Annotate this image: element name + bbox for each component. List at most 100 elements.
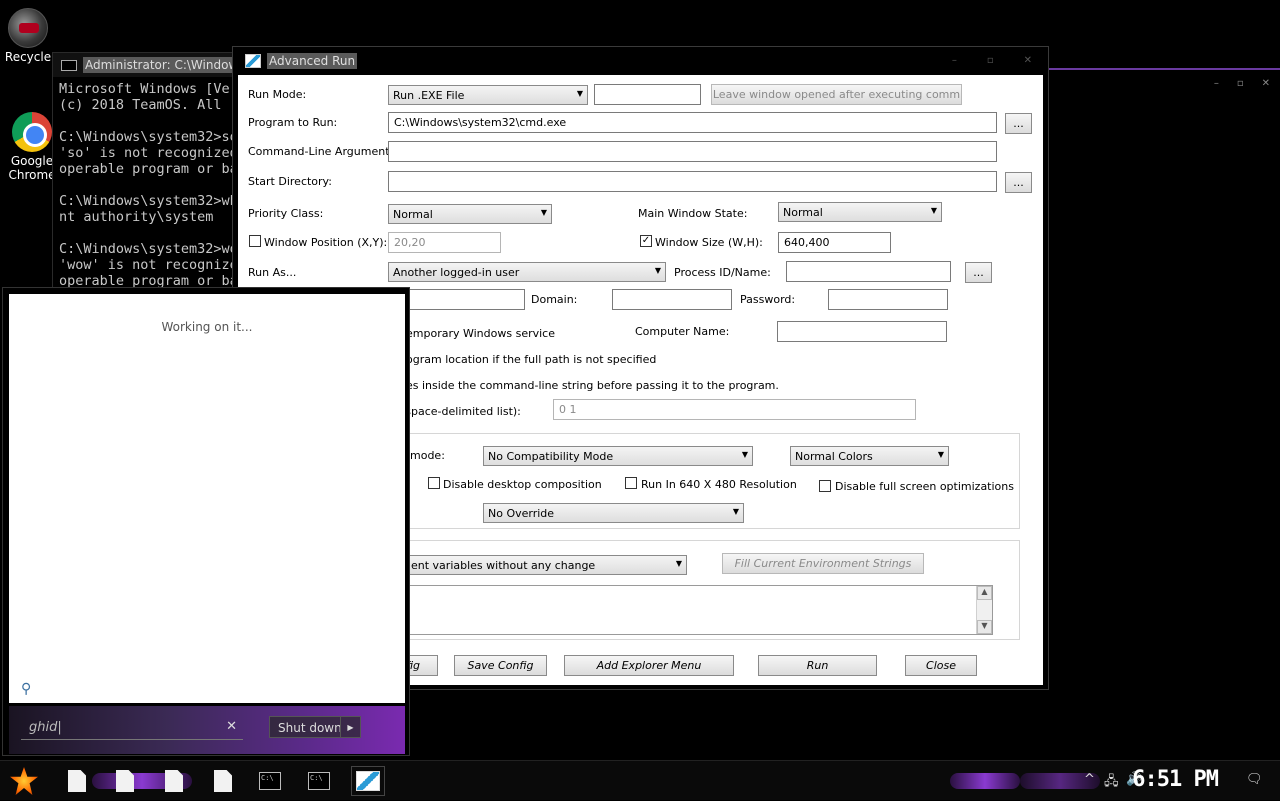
advanced-run-titlebar[interactable]: Advanced Run xyxy=(233,47,1048,75)
start-menu-bottom: ghid| ✕ Shut down ▶ xyxy=(9,706,405,754)
shutdown-button[interactable]: Shut down ▶ xyxy=(269,716,361,738)
cpu-list-input[interactable]: 0 1 xyxy=(553,399,916,420)
notification-icon[interactable]: 🗨 xyxy=(1246,772,1263,787)
browse-process-button[interactable]: ... xyxy=(965,262,992,283)
scroll-down-icon[interactable]: ▼ xyxy=(977,620,992,634)
chevron-down-icon: ▼ xyxy=(732,507,739,516)
chevron-down-icon: ▼ xyxy=(654,266,661,275)
advanced-run-taskbar-icon[interactable] xyxy=(351,766,385,796)
window-size-checkbox[interactable]: ✓ xyxy=(640,235,652,247)
disable-fullscreen-opt-label: Disable full screen optimizations xyxy=(835,480,1014,493)
scroll-up-icon[interactable]: ▲ xyxy=(977,586,992,600)
clock[interactable]: 6:51 PM xyxy=(1132,767,1219,792)
dpi-override-select[interactable]: No Override ▼ xyxy=(483,503,744,523)
recycle-bin-icon[interactable]: Recycle xyxy=(4,8,52,64)
compat-mode-select[interactable]: No Compatibility Mode ▼ xyxy=(483,446,753,466)
user-name-input[interactable] xyxy=(403,289,525,310)
domain-label: Domain: xyxy=(531,293,578,306)
file-icon[interactable] xyxy=(68,770,86,792)
cmd-taskbar-icon[interactable]: C:\ xyxy=(308,772,330,790)
command-line-args-input[interactable] xyxy=(388,141,997,162)
close-button[interactable]: Close xyxy=(905,655,977,676)
chrome-icon xyxy=(12,112,52,152)
advanced-run-app-icon xyxy=(245,54,261,68)
cmd-icon xyxy=(61,59,77,71)
minimize-icon[interactable]: – xyxy=(1214,78,1219,89)
password-input[interactable] xyxy=(828,289,948,310)
environment-mode-select[interactable]: ent variables without any change ▼ xyxy=(406,555,687,575)
save-config-button[interactable]: Save Config xyxy=(454,655,547,676)
minimize-icon[interactable]: – xyxy=(952,55,957,66)
main-window-state-select[interactable]: Normal ▼ xyxy=(778,202,942,222)
cmd-titlebar[interactable]: Administrator: C:\Window xyxy=(53,53,241,77)
colors-select[interactable]: Normal Colors ▼ xyxy=(790,446,949,466)
clear-search-icon[interactable]: ✕ xyxy=(226,719,237,734)
quotes-inside-label: es inside the command-line string before… xyxy=(406,379,779,392)
window-size-label: Window Size (W,H): xyxy=(655,236,763,249)
run-as-select[interactable]: Another logged-in user ▼ xyxy=(388,262,666,282)
shutdown-options-icon[interactable]: ▶ xyxy=(340,717,360,737)
system-tray: ^ 🖧 🔊 6:51 PM 🗨 xyxy=(1080,761,1280,801)
taskbar: C:\ C:\ ^ 🖧 🔊 6:51 PM 🗨 xyxy=(0,760,1280,800)
space-delimited-label: (space-delimited list): xyxy=(401,405,521,418)
domain-input[interactable] xyxy=(612,289,732,310)
env-scrollbar[interactable]: ▲ ▼ xyxy=(976,586,992,634)
browse-directory-button[interactable]: ... xyxy=(1005,172,1032,193)
priority-class-label: Priority Class: xyxy=(248,207,324,220)
chevron-down-icon: ▼ xyxy=(675,559,682,568)
temp-service-label: emporary Windows service xyxy=(406,327,555,340)
process-id-name-label: Process ID/Name: xyxy=(674,266,771,279)
program-location-label: ogram location if the full path is not s… xyxy=(406,353,657,366)
cmd-taskbar-icon[interactable]: C:\ xyxy=(259,772,281,790)
close-icon[interactable]: ✕ xyxy=(1024,55,1032,66)
cmd-window[interactable]: Administrator: C:\Window Microsoft Windo… xyxy=(52,52,242,302)
start-button[interactable] xyxy=(10,767,38,795)
main-window-state-label: Main Window State: xyxy=(638,207,748,220)
chevron-down-icon: ▼ xyxy=(741,450,748,459)
start-directory-input[interactable] xyxy=(388,171,997,192)
file-icon[interactable] xyxy=(165,770,183,792)
password-label: Password: xyxy=(740,293,796,306)
start-search-input[interactable]: ghid| ✕ xyxy=(21,716,243,740)
environment-strings-textarea[interactable]: ▲ ▼ xyxy=(406,585,993,635)
window-size-input[interactable]: 640,400 xyxy=(778,232,891,253)
chevron-down-icon: ▼ xyxy=(937,450,944,459)
run-mode-select[interactable]: Run .EXE File ▼ xyxy=(388,85,588,105)
disable-desktop-composition-checkbox[interactable] xyxy=(428,477,440,489)
computer-name-input[interactable] xyxy=(777,321,947,342)
fill-env-strings-button[interactable]: Fill Current Environment Strings xyxy=(722,553,924,574)
search-results-pane: Working on it... ⚲ xyxy=(9,294,405,703)
priority-class-select[interactable]: Normal ▼ xyxy=(388,204,552,224)
disable-fullscreen-opt-checkbox[interactable] xyxy=(819,480,831,492)
cmd-output: Microsoft Windows [Ver (c) 2018 TeamOS. … xyxy=(59,81,238,289)
program-to-run-input[interactable]: C:\Windows\system32\cmd.exe xyxy=(388,112,997,133)
run-mode-label: Run Mode: xyxy=(248,88,307,101)
browse-program-button[interactable]: ... xyxy=(1005,113,1032,134)
chevron-up-icon[interactable]: ^ xyxy=(1084,772,1095,787)
taskbar-decoration xyxy=(950,773,1020,789)
add-explorer-menu-button[interactable]: Add Explorer Menu xyxy=(564,655,734,676)
run-640-checkbox[interactable] xyxy=(625,477,637,489)
maximize-icon[interactable]: ▫ xyxy=(1237,78,1244,89)
maximize-icon[interactable]: ▫ xyxy=(987,55,994,66)
close-icon[interactable]: ✕ xyxy=(1262,78,1270,89)
window-position-checkbox[interactable] xyxy=(249,235,261,247)
process-id-name-input[interactable] xyxy=(786,261,951,282)
computer-name-label: Computer Name: xyxy=(635,325,730,338)
network-icon[interactable]: 🖧 xyxy=(1104,772,1119,794)
window-position-input[interactable]: 20,20 xyxy=(388,232,501,253)
start-menu: Working on it... ⚲ ghid| ✕ Shut down ▶ xyxy=(2,287,410,756)
recycle-bin-icon-image xyxy=(8,8,48,48)
background-window: – ▫ ✕ xyxy=(1048,68,1280,500)
leave-window-opened-button[interactable]: Leave window opened after executing comm xyxy=(711,84,962,105)
file-icon[interactable] xyxy=(214,770,232,792)
file-icon[interactable] xyxy=(116,770,134,792)
program-to-run-label: Program to Run: xyxy=(248,116,338,129)
command-line-args-label: Command-Line Arguments: xyxy=(248,145,399,158)
recycle-bin-label: Recycle xyxy=(4,50,52,64)
chevron-down-icon: ▼ xyxy=(540,208,547,217)
start-directory-label: Start Directory: xyxy=(248,175,332,188)
run-button[interactable]: Run xyxy=(758,655,877,676)
run-mode-extra-input[interactable] xyxy=(594,84,701,105)
advanced-run-title: Advanced Run xyxy=(267,53,358,69)
